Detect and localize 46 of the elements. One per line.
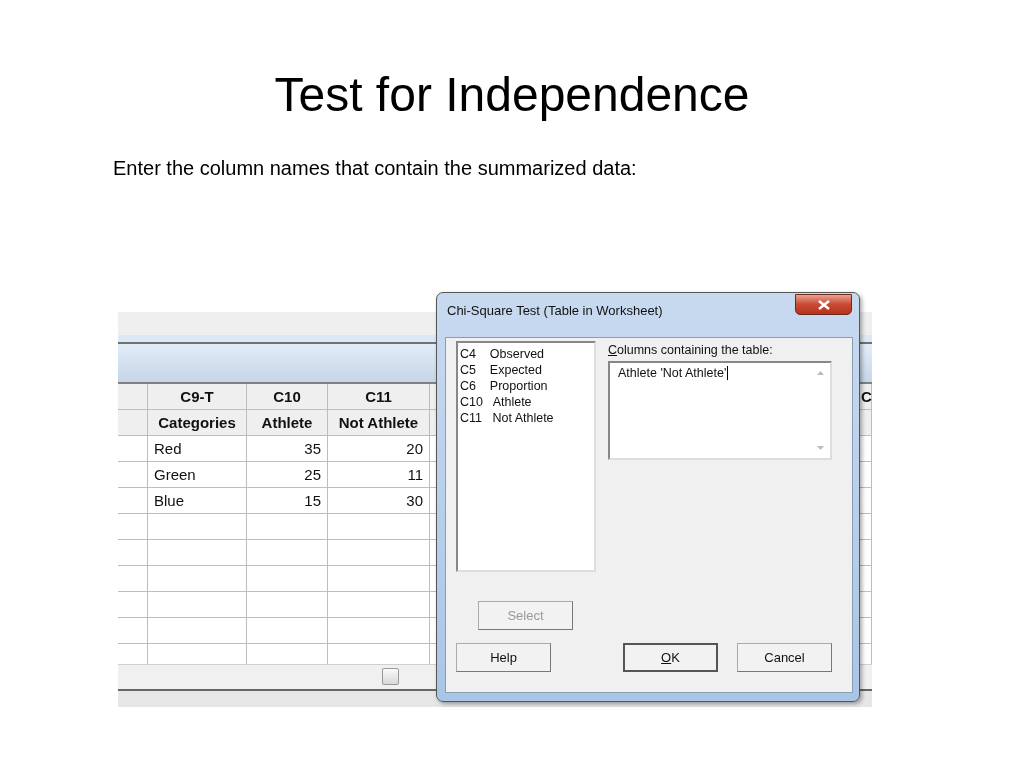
field-label: Columns containing the table: [608,343,773,357]
close-icon [817,299,830,310]
table-cell [118,618,148,644]
table-cell [118,566,148,592]
table-cell: 35 [247,436,328,462]
close-button[interactable] [795,294,852,315]
table-cell: 20 [328,436,430,462]
columns-field[interactable]: Athlete 'Not Athlete' [608,361,832,460]
ok-button[interactable]: OK [623,643,718,672]
slide-title: Test for Independence [274,67,750,123]
variable-list-item[interactable]: C5 Expected [460,362,592,378]
table-cell [118,436,148,462]
table-cell [118,488,148,514]
column-header[interactable]: C [860,384,872,410]
scroll-up-icon[interactable] [817,371,824,375]
variable-list-item[interactable]: C10 Athlete [460,394,592,410]
variable-list-item[interactable]: C6 Proportion [460,378,592,394]
variable-list-item[interactable]: C4 Observed [460,346,592,362]
column-name: Not Athlete [328,410,430,436]
column-header[interactable]: C11 [328,384,430,410]
dialog-title: Chi-Square Test (Table in Worksheet) [447,303,663,318]
table-cell: Red [148,436,247,462]
table-cell [118,540,148,566]
column-header[interactable]: C9-T [148,384,247,410]
column-header[interactable] [118,410,148,436]
column-header[interactable] [118,384,148,410]
column-name: Athlete [247,410,328,436]
table-cell: Green [148,462,247,488]
table-cell [118,592,148,618]
table-cell [118,514,148,540]
table-cell: 25 [247,462,328,488]
variable-list-item[interactable]: C11 Not Athlete [460,410,592,426]
table-cell [118,462,148,488]
help-button[interactable]: Help [456,643,551,672]
table-cell: 30 [328,488,430,514]
slide-subtitle: Enter the column names that contain the summarized data: [113,157,637,180]
field-value: Athlete 'Not Athlete' [618,366,729,380]
table-cell: 11 [328,462,430,488]
table-cell: 15 [247,488,328,514]
column-name: Categories [148,410,247,436]
column-header[interactable] [860,410,872,436]
table-cell: Blue [148,488,247,514]
cancel-button[interactable]: Cancel [737,643,832,672]
scroll-down-icon[interactable] [817,446,824,450]
scroll-thumb[interactable] [382,668,399,685]
column-header[interactable]: C10 [247,384,328,410]
